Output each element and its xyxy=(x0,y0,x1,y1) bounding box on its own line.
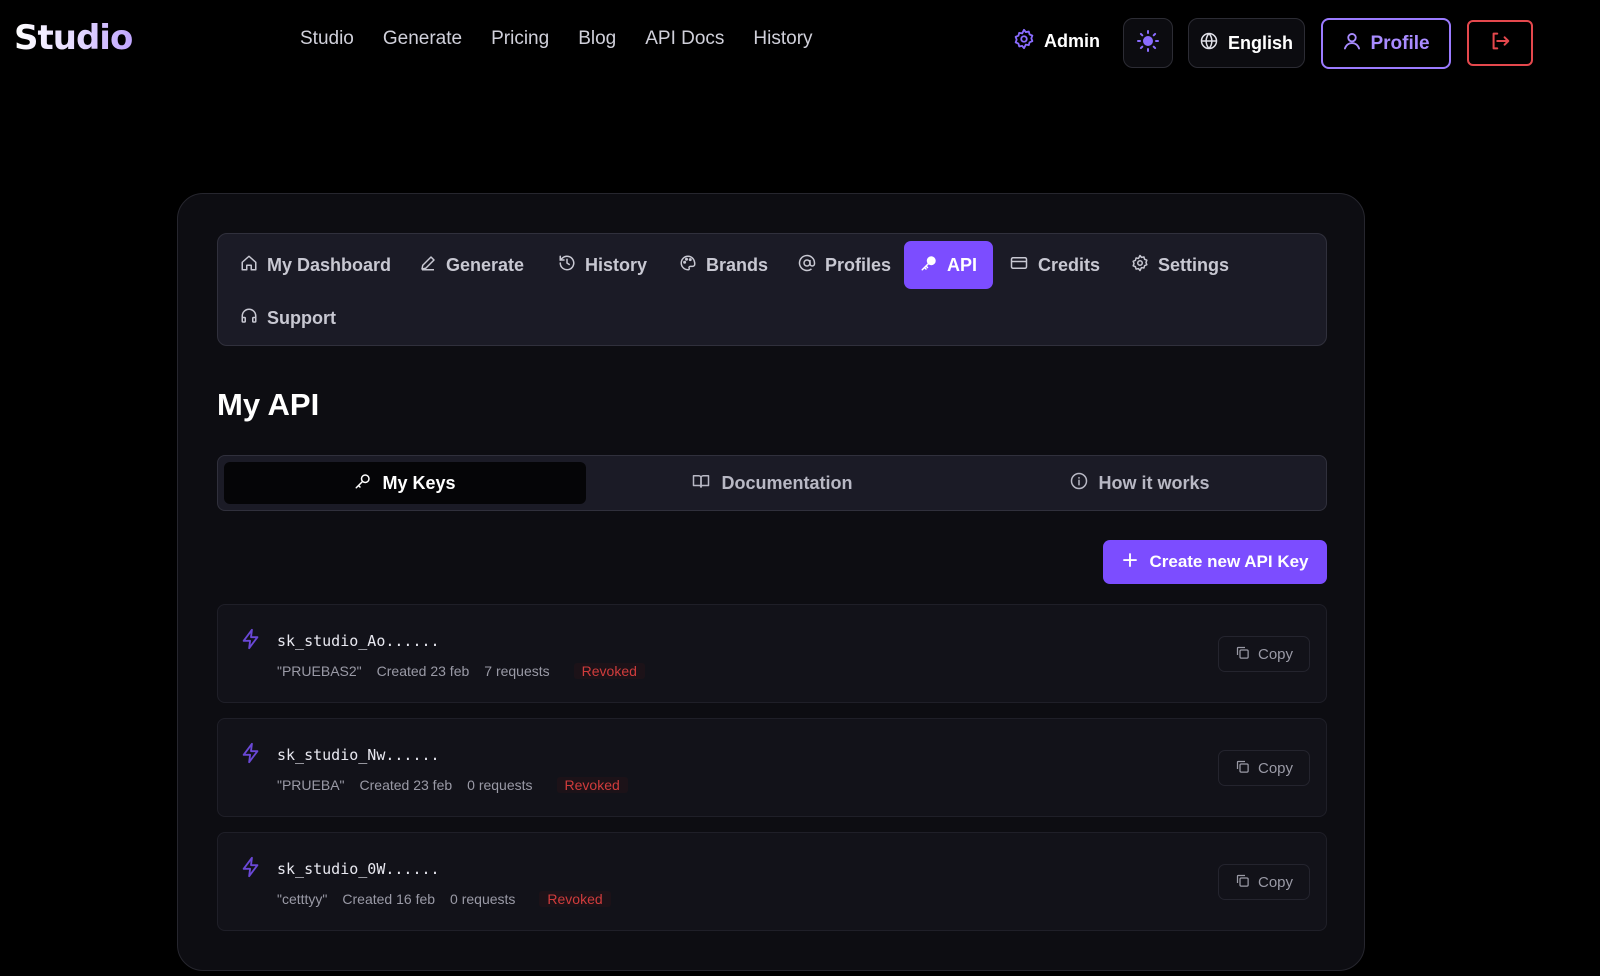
copy-button[interactable]: Copy xyxy=(1218,750,1310,786)
api-key-requests: 0 requests xyxy=(467,777,533,793)
api-key-meta: "PRUEBA" Created 23 feb 0 requests Revok… xyxy=(277,777,628,793)
home-icon xyxy=(240,254,258,277)
api-key-row: sk_studio_Nw...... "PRUEBA" Created 23 f… xyxy=(217,718,1327,817)
palette-icon xyxy=(679,254,697,277)
create-api-key-button[interactable]: Create new API Key xyxy=(1103,540,1327,584)
api-key-name: "cetttyy" xyxy=(277,891,328,907)
tab-my-keys[interactable]: My Keys xyxy=(224,462,586,504)
api-key-row: sk_studio_0W...... "cetttyy" Created 16 … xyxy=(217,832,1327,931)
main-nav: Studio Generate Pricing Blog API Docs Hi… xyxy=(300,28,813,50)
api-key-created: Created 23 feb xyxy=(359,777,453,793)
create-button-label: Create new API Key xyxy=(1149,552,1309,571)
copy-label: Copy xyxy=(1257,645,1294,663)
logout-icon xyxy=(1489,30,1511,57)
api-key-value: sk_studio_0W...... xyxy=(277,860,440,878)
api-key-created: Created 16 feb xyxy=(342,891,436,907)
api-panel: My Dashboard Generate History Brands Pro… xyxy=(177,193,1365,971)
subnav-label: Profiles xyxy=(825,254,892,275)
profile-button[interactable]: Profile xyxy=(1321,18,1451,69)
subnav-item-history[interactable]: History xyxy=(558,241,647,289)
globe-icon xyxy=(1200,32,1218,55)
api-tabs: My Keys Documentation How it works xyxy=(217,455,1327,511)
admin-label: Admin xyxy=(1044,31,1100,51)
admin-link[interactable]: Admin xyxy=(1013,28,1100,55)
tab-label: My Keys xyxy=(382,472,456,493)
tab-label: Documentation xyxy=(721,472,853,493)
api-key-row: sk_studio_Ao...... "PRUEBAS2" Created 23… xyxy=(217,604,1327,703)
gear-icon xyxy=(1131,254,1149,277)
copy-icon xyxy=(1235,873,1250,892)
nav-link-api-docs[interactable]: API Docs xyxy=(645,28,724,50)
subnav-label: Brands xyxy=(706,254,769,275)
subnav-item-credits[interactable]: Credits xyxy=(1009,241,1100,289)
subnav-item-brands[interactable]: Brands xyxy=(679,241,768,289)
logout-button[interactable] xyxy=(1467,20,1533,66)
gear-icon xyxy=(1013,28,1035,55)
subnav-label: My Dashboard xyxy=(267,254,392,275)
api-key-created: Created 23 feb xyxy=(376,663,470,679)
subnav-label: API xyxy=(947,254,978,275)
at-sign-icon xyxy=(798,254,816,277)
key-icon xyxy=(354,472,372,495)
language-label: English xyxy=(1227,32,1293,53)
copy-button[interactable]: Copy xyxy=(1218,636,1310,672)
language-selector[interactable]: English xyxy=(1188,18,1305,68)
pencil-icon xyxy=(419,254,437,277)
nav-link-generate[interactable]: Generate xyxy=(383,28,462,50)
status-badge: Revoked xyxy=(556,777,628,793)
logo[interactable]: Studio xyxy=(14,18,133,58)
lightning-icon xyxy=(240,855,262,884)
api-key-requests: 7 requests xyxy=(484,663,550,679)
status-badge: Revoked xyxy=(539,891,611,907)
top-bar: Studio Studio Generate Pricing Blog API … xyxy=(0,0,1600,86)
info-icon xyxy=(1070,472,1088,495)
api-key-name: "PRUEBA" xyxy=(277,777,345,793)
subnav-label: Settings xyxy=(1158,254,1230,275)
theme-toggle-button[interactable] xyxy=(1123,18,1173,68)
copy-icon xyxy=(1235,645,1250,664)
subnav-item-generate[interactable]: Generate xyxy=(419,241,524,289)
api-key-meta: "PRUEBAS2" Created 23 feb 7 requests Rev… xyxy=(277,663,645,679)
tab-documentation[interactable]: Documentation xyxy=(591,462,953,504)
subnav-label: Credits xyxy=(1038,254,1101,275)
copy-label: Copy xyxy=(1257,873,1294,891)
plus-icon xyxy=(1121,551,1139,574)
lightning-icon xyxy=(240,741,262,770)
key-icon xyxy=(920,254,938,277)
nav-link-blog[interactable]: Blog xyxy=(578,28,616,50)
status-badge: Revoked xyxy=(573,663,645,679)
copy-icon xyxy=(1235,759,1250,778)
nav-link-studio[interactable]: Studio xyxy=(300,28,354,50)
api-key-value: sk_studio_Ao...... xyxy=(277,632,440,650)
lightning-icon xyxy=(240,627,262,656)
tab-how-it-works[interactable]: How it works xyxy=(959,462,1321,504)
subnav-item-support[interactable]: Support xyxy=(240,294,336,342)
sun-icon xyxy=(1136,29,1160,58)
copy-button[interactable]: Copy xyxy=(1218,864,1310,900)
book-icon xyxy=(691,472,711,495)
api-key-name: "PRUEBAS2" xyxy=(277,663,362,679)
page-title: My API xyxy=(217,387,320,422)
nav-link-history[interactable]: History xyxy=(753,28,812,50)
user-icon xyxy=(1342,31,1362,57)
history-icon xyxy=(558,254,576,277)
subnav-label: Support xyxy=(267,307,336,328)
nav-link-pricing[interactable]: Pricing xyxy=(491,28,549,50)
headphones-icon xyxy=(240,307,258,330)
subnav-item-settings[interactable]: Settings xyxy=(1131,241,1229,289)
tab-label: How it works xyxy=(1098,472,1210,493)
api-key-meta: "cetttyy" Created 16 feb 0 requests Revo… xyxy=(277,891,611,907)
credit-card-icon xyxy=(1009,254,1029,277)
api-key-requests: 0 requests xyxy=(450,891,516,907)
api-key-value: sk_studio_Nw...... xyxy=(277,746,440,764)
profile-label: Profile xyxy=(1370,32,1430,54)
copy-label: Copy xyxy=(1257,759,1294,777)
subnav-item-my-dashboard[interactable]: My Dashboard xyxy=(240,241,391,289)
dashboard-subnav: My Dashboard Generate History Brands Pro… xyxy=(217,233,1327,346)
subnav-item-profiles[interactable]: Profiles xyxy=(798,241,891,289)
subnav-label: History xyxy=(585,254,648,275)
subnav-item-api[interactable]: API xyxy=(904,241,994,289)
subnav-label: Generate xyxy=(446,254,525,275)
